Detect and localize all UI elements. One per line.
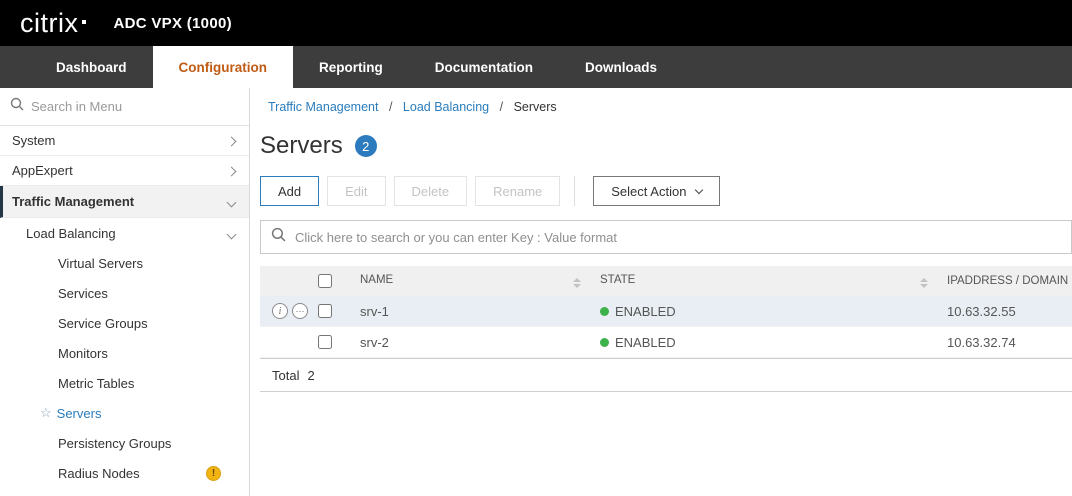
sidebar-item-label: Persistency Groups	[58, 436, 171, 451]
server-name: srv-2	[360, 335, 389, 350]
total-value: 2	[307, 368, 314, 383]
chevron-right-icon	[228, 133, 235, 148]
search-icon	[10, 97, 24, 116]
column-label: NAME	[360, 274, 393, 286]
sidebar-item-appexpert[interactable]: AppExpert	[0, 156, 249, 186]
tab-documentation[interactable]: Documentation	[409, 46, 559, 88]
sidebar-item-label: Monitors	[58, 346, 108, 361]
sidebar-item-system[interactable]: System	[0, 126, 249, 156]
table-total: Total 2	[260, 358, 1072, 392]
status-dot-enabled	[600, 338, 609, 347]
sidebar-item-label: Virtual Servers	[58, 256, 143, 271]
select-action-dropdown[interactable]: Select Action	[593, 176, 720, 206]
sidebar-item-virtual-servers[interactable]: Virtual Servers	[0, 248, 249, 278]
servers-table: NAME STATE IPADDRESS / DOMAIN	[260, 266, 1072, 392]
column-header-ipaddress[interactable]: IPADDRESS / DOMAIN	[937, 266, 1072, 296]
sidebar-item-persistency-groups[interactable]: Persistency Groups	[0, 428, 249, 458]
logo-dot	[82, 20, 86, 24]
edit-button[interactable]: Edit	[327, 176, 385, 206]
more-actions-icon[interactable]: ⋯	[292, 303, 308, 319]
sidebar-item-label: Service Groups	[58, 316, 148, 331]
count-badge: 2	[355, 135, 377, 157]
star-icon: ☆	[40, 405, 52, 421]
sidebar-item-label: Load Balancing	[26, 226, 116, 241]
row-checkbox[interactable]	[318, 335, 332, 349]
tab-configuration[interactable]: Configuration	[153, 46, 293, 88]
table-search-bar	[260, 220, 1072, 254]
breadcrumb-traffic-management[interactable]: Traffic Management	[268, 100, 378, 114]
sidebar-item-label: Metric Tables	[58, 376, 134, 391]
select-all-header	[260, 266, 350, 296]
chevron-down-icon	[228, 226, 235, 241]
breadcrumb-load-balancing[interactable]: Load Balancing	[403, 100, 489, 114]
sidebar-menu: System AppExpert Traffic Management Load…	[0, 126, 249, 488]
main-nav: Dashboard Configuration Reporting Docume…	[0, 46, 1072, 88]
sidebar-item-servers[interactable]: ☆ Servers	[0, 398, 249, 428]
toolbar-divider	[574, 176, 575, 206]
tab-downloads[interactable]: Downloads	[559, 46, 683, 88]
sidebar-item-service-groups[interactable]: Service Groups	[0, 308, 249, 338]
app-title: ADC VPX (1000)	[114, 15, 232, 32]
sidebar-item-label: Radius Nodes	[58, 466, 140, 481]
sidebar-item-label: AppExpert	[12, 163, 73, 178]
sidebar-item-radius-nodes[interactable]: Radius Nodes !	[0, 458, 249, 488]
server-ip: 10.63.32.55	[947, 304, 1016, 319]
chevron-down-icon	[695, 185, 703, 193]
sidebar-item-label: System	[12, 133, 55, 148]
breadcrumb-separator: /	[389, 100, 392, 114]
main-content: Traffic Management / Load Balancing / Se…	[250, 88, 1072, 496]
breadcrumb-separator: /	[500, 100, 503, 114]
sidebar: System AppExpert Traffic Management Load…	[0, 88, 250, 496]
column-header-state[interactable]: STATE	[590, 266, 937, 296]
tab-dashboard[interactable]: Dashboard	[30, 46, 153, 88]
sort-icon	[573, 278, 581, 288]
chevron-down-icon	[228, 194, 235, 209]
sidebar-item-metric-tables[interactable]: Metric Tables	[0, 368, 249, 398]
tab-reporting[interactable]: Reporting	[293, 46, 409, 88]
status-dot-enabled	[600, 307, 609, 316]
sidebar-search	[0, 88, 249, 126]
breadcrumb-current: Servers	[514, 100, 557, 114]
select-action-label: Select Action	[611, 184, 686, 199]
sidebar-item-load-balancing[interactable]: Load Balancing	[0, 218, 249, 248]
select-all-checkbox[interactable]	[318, 274, 332, 288]
table-search-input[interactable]	[295, 230, 1061, 245]
breadcrumb: Traffic Management / Load Balancing / Se…	[260, 100, 1072, 114]
status-text: ENABLED	[615, 304, 676, 319]
sidebar-item-label: Traffic Management	[12, 194, 134, 209]
delete-button[interactable]: Delete	[394, 176, 468, 206]
column-label: IPADDRESS / DOMAIN	[947, 275, 1068, 287]
table-row[interactable]: srv-2 ENABLED 10.63.32.74	[260, 327, 1072, 358]
sidebar-item-label: Services	[58, 286, 108, 301]
status-text: ENABLED	[615, 335, 676, 350]
sidebar-search-input[interactable]	[31, 99, 239, 114]
server-ip: 10.63.32.74	[947, 335, 1016, 350]
table-header-row: NAME STATE IPADDRESS / DOMAIN	[260, 266, 1072, 296]
row-checkbox[interactable]	[318, 304, 332, 318]
search-icon	[271, 227, 286, 247]
info-icon[interactable]: i	[272, 303, 288, 319]
add-button[interactable]: Add	[260, 176, 319, 206]
page-title: Servers	[260, 132, 343, 160]
chevron-right-icon	[228, 163, 235, 178]
server-name: srv-1	[360, 304, 389, 319]
citrix-logo: citrix	[20, 10, 79, 37]
sort-icon	[920, 278, 928, 288]
total-label: Total	[272, 368, 299, 383]
column-label: STATE	[600, 274, 635, 286]
sidebar-item-monitors[interactable]: Monitors	[0, 338, 249, 368]
sidebar-item-label: Servers	[57, 406, 102, 421]
rename-button[interactable]: Rename	[475, 176, 560, 206]
column-header-name[interactable]: NAME	[350, 266, 590, 296]
table-row[interactable]: i ⋯ srv-1 ENABLED	[260, 296, 1072, 327]
app-header: citrix ADC VPX (1000)	[0, 0, 1072, 46]
sidebar-item-traffic-management[interactable]: Traffic Management	[0, 186, 249, 218]
sidebar-item-services[interactable]: Services	[0, 278, 249, 308]
warning-icon: !	[206, 466, 221, 481]
toolbar: Add Edit Delete Rename Select Action	[260, 176, 1072, 206]
